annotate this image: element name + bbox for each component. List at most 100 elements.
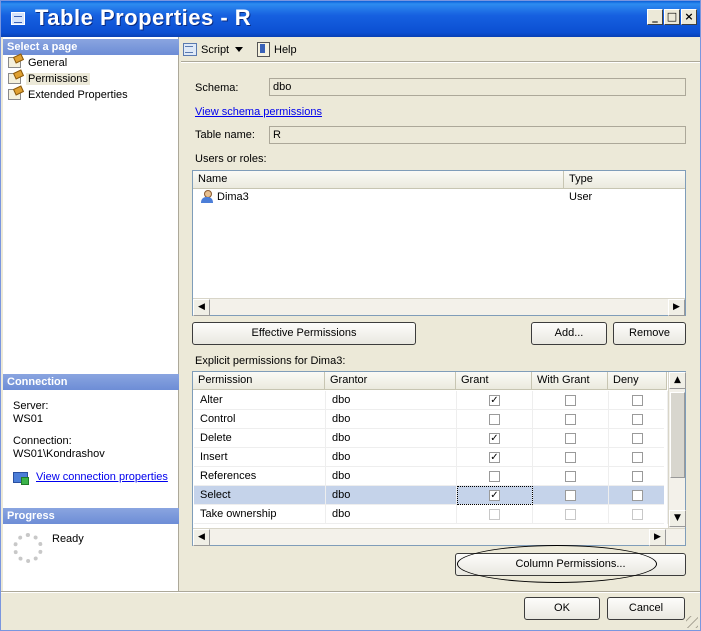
progress-spinner-icon (13, 533, 43, 563)
scroll-right-button[interactable]: ▶ (649, 529, 666, 546)
with-grant-cell (533, 410, 609, 429)
list-item[interactable]: Dima3 User (194, 189, 684, 205)
ok-button[interactable]: OK (524, 597, 600, 620)
scroll-left-button[interactable]: ◀ (193, 529, 210, 546)
with-grant-cell (533, 467, 609, 486)
deny-checkbox[interactable] (632, 509, 643, 520)
view-schema-permissions-link[interactable]: View schema permissions (195, 106, 322, 118)
permission-cell: Alter (194, 391, 326, 410)
user-type: User (569, 191, 593, 203)
deny-cell (609, 410, 668, 429)
column-header-grantor[interactable]: Grantor (325, 372, 456, 390)
view-connection-properties-link[interactable]: View connection properties (36, 471, 168, 483)
grant-checkbox[interactable]: ✓ (489, 452, 500, 463)
deny-checkbox[interactable] (632, 452, 643, 463)
users-roles-label: Users or roles: (195, 153, 267, 165)
schema-label: Schema: (195, 82, 239, 94)
table-row[interactable]: Control dbo (194, 410, 668, 429)
server-label: Server: (13, 400, 49, 412)
with-grant-checkbox[interactable] (565, 414, 576, 425)
column-header-name[interactable]: Name (193, 171, 564, 189)
grant-cell (457, 505, 533, 524)
grant-checkbox[interactable] (489, 509, 500, 520)
script-label: Script (201, 44, 230, 56)
grantor-cell: dbo (326, 486, 457, 505)
bottom-separator (1, 591, 700, 593)
deny-checkbox[interactable] (632, 395, 643, 406)
script-icon (182, 42, 198, 56)
permissions-grid-vscrollbar[interactable]: ▲ ▼ (668, 372, 686, 528)
scroll-thumb[interactable] (670, 392, 685, 478)
permission-cell: Delete (194, 429, 326, 448)
column-header-grant[interactable]: Grant (456, 372, 532, 390)
with-grant-checkbox[interactable] (565, 433, 576, 444)
permissions-grid-hscrollbar[interactable]: ◀ ▶ (193, 528, 685, 546)
with-grant-cell (533, 448, 609, 467)
page-item-permissions[interactable]: Permissions (7, 71, 90, 86)
permission-cell: References (194, 467, 326, 486)
table-row[interactable]: Insert dbo ✓ (194, 448, 668, 467)
deny-checkbox[interactable] (632, 490, 643, 501)
column-header-deny[interactable]: Deny (608, 372, 667, 390)
close-button[interactable]: × (681, 9, 697, 25)
grant-checkbox[interactable]: ✓ (489, 433, 500, 444)
deny-cell (609, 391, 668, 410)
column-header-type[interactable]: Type (564, 171, 685, 189)
column-permissions-button[interactable]: Column Permissions... (455, 553, 686, 576)
table-name-field[interactable]: R (269, 126, 686, 144)
page-item-extended-properties[interactable]: Extended Properties (7, 87, 130, 102)
permission-cell: Select (194, 486, 326, 505)
grant-checkbox[interactable]: ✓ (489, 395, 500, 406)
table-row[interactable]: Select dbo ✓ (194, 486, 668, 505)
user-icon (200, 190, 214, 204)
table-row[interactable]: Delete dbo ✓ (194, 429, 668, 448)
grant-cell: ✓ (457, 448, 533, 467)
grant-checkbox[interactable] (489, 414, 500, 425)
resize-grip[interactable] (686, 616, 698, 628)
progress-header: Progress (3, 508, 179, 524)
table-properties-dialog: Table Properties - R _ □ × Select a page… (0, 0, 701, 631)
maximize-button[interactable]: □ (664, 9, 680, 25)
minimize-button[interactable]: _ (647, 9, 663, 25)
grant-cell: ✓ (457, 486, 533, 505)
grantor-cell: dbo (326, 410, 457, 429)
add-button[interactable]: Add... (531, 322, 607, 345)
with-grant-checkbox[interactable] (565, 490, 576, 501)
with-grant-checkbox[interactable] (565, 471, 576, 482)
deny-checkbox[interactable] (632, 433, 643, 444)
schema-field[interactable]: dbo (269, 78, 686, 96)
remove-button[interactable]: Remove (613, 322, 686, 345)
deny-checkbox[interactable] (632, 414, 643, 425)
table-row[interactable]: References dbo (194, 467, 668, 486)
deny-checkbox[interactable] (632, 471, 643, 482)
cancel-button[interactable]: Cancel (607, 597, 685, 620)
with-grant-cell (533, 486, 609, 505)
with-grant-checkbox[interactable] (565, 395, 576, 406)
with-grant-checkbox[interactable] (565, 452, 576, 463)
table-row[interactable]: Take ownership dbo (194, 505, 668, 524)
chevron-down-icon[interactable] (235, 47, 244, 52)
script-button[interactable]: Script (182, 41, 244, 59)
title-bar[interactable]: Table Properties - R _ □ × (1, 1, 700, 37)
scroll-left-button[interactable]: ◀ (193, 299, 210, 316)
effective-permissions-button[interactable]: Effective Permissions (192, 322, 416, 345)
page-item-general[interactable]: General (7, 55, 69, 70)
page-item-label: Extended Properties (28, 89, 128, 101)
scroll-right-button[interactable]: ▶ (668, 299, 685, 316)
column-header-with-grant[interactable]: With Grant (532, 372, 608, 390)
help-button[interactable]: Help (255, 41, 297, 59)
focus-rectangle (457, 486, 533, 505)
toolbar-separator (181, 61, 700, 63)
permission-cell: Control (194, 410, 326, 429)
users-grid-hscrollbar[interactable]: ◀ ▶ (193, 298, 685, 316)
column-header-permission[interactable]: Permission (193, 372, 325, 390)
grant-checkbox[interactable] (489, 471, 500, 482)
with-grant-checkbox[interactable] (565, 509, 576, 520)
permission-cell: Take ownership (194, 505, 326, 524)
page-wrench-icon (7, 55, 23, 68)
table-row[interactable]: Alter dbo ✓ (194, 391, 668, 410)
page-wrench-icon (7, 87, 23, 100)
scroll-down-button[interactable]: ▼ (669, 510, 686, 527)
scroll-up-button[interactable]: ▲ (669, 372, 686, 389)
grantor-cell: dbo (326, 429, 457, 448)
